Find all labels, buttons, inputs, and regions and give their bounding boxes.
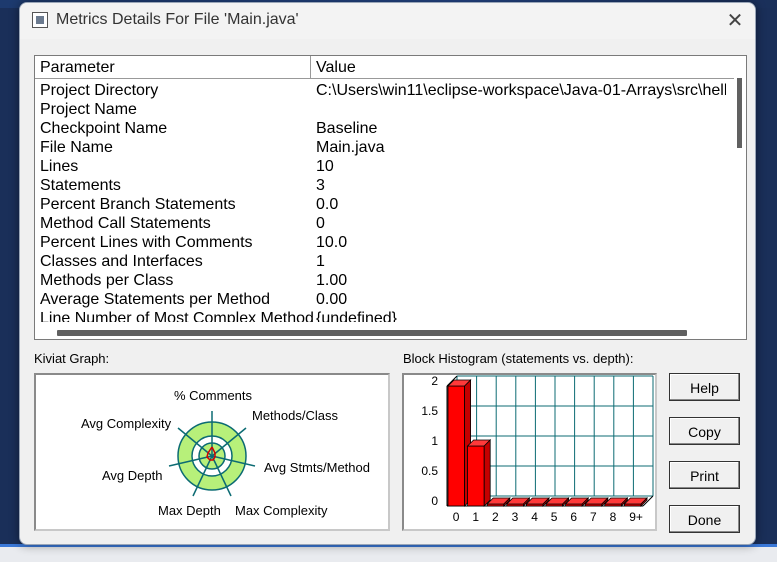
- parameter-cell: Project Name: [40, 101, 137, 118]
- kiviat-axis-methods-per-class: Methods/Class: [252, 408, 338, 423]
- x-tick-label: 9+: [629, 510, 643, 524]
- table-row[interactable]: Lines 10: [35, 158, 735, 177]
- histogram-svg: [446, 375, 654, 507]
- table-row[interactable]: File Name Main.java: [35, 139, 735, 158]
- parameter-cell: Checkpoint Name: [40, 120, 168, 137]
- kiviat-axis-avg-stmts-method: Avg Stmts/Method: [264, 460, 370, 475]
- x-tick-label: 3: [511, 510, 519, 524]
- parameter-cell: Methods per Class: [40, 272, 174, 289]
- column-header-parameter[interactable]: Parameter: [35, 56, 311, 78]
- x-tick-label: 2: [492, 510, 499, 524]
- y-tick-label: 1.5: [421, 404, 438, 418]
- close-button[interactable]: ✕: [720, 7, 750, 35]
- block-histogram-label: Block Histogram (statements vs. depth):: [403, 351, 634, 366]
- parameter-cell: Line Number of Most Complex Method: [40, 310, 314, 322]
- parameter-cell: Project Directory: [40, 82, 159, 99]
- value-cell: Main.java: [316, 139, 385, 156]
- kiviat-axis-comments: % Comments: [174, 388, 253, 403]
- x-tick-label: 6: [570, 510, 578, 524]
- histogram-bar: [447, 385, 466, 507]
- value-cell: C:\Users\win11\eclipse-workspace\Java-01…: [316, 82, 726, 99]
- vertical-scrollbar[interactable]: [734, 78, 746, 324]
- parameter-cell: Statements: [40, 177, 121, 194]
- parameter-cell: Percent Branch Statements: [40, 196, 236, 213]
- table-row[interactable]: Methods per Class 1.00: [35, 272, 735, 291]
- app-window-icon: [32, 12, 48, 28]
- parameter-cell: Method Call Statements: [40, 215, 211, 232]
- x-tick-label: 7: [590, 510, 597, 524]
- parameter-cell: Lines: [40, 158, 79, 175]
- value-cell: 0.0: [316, 196, 339, 213]
- metrics-details-dialog: Metrics Details For File 'Main.java' ✕ P…: [19, 2, 756, 545]
- table-row[interactable]: Method Call Statements 0: [35, 215, 735, 234]
- x-tick-label: 5: [550, 510, 558, 524]
- value-cell: 3: [316, 177, 325, 194]
- vertical-scroll-thumb[interactable]: [737, 78, 742, 148]
- value-cell: 10: [316, 158, 334, 175]
- value-cell: 0.00: [316, 291, 348, 308]
- print-button[interactable]: Print: [669, 461, 740, 489]
- y-tick-label: 2: [431, 374, 438, 388]
- block-histogram: 2 1.5 1 0.5 0 0 1 2 3 4 5 6 7 8 9+: [402, 373, 657, 531]
- taskbar-strip: [0, 544, 777, 562]
- table-header: Parameter Value: [35, 56, 735, 79]
- horizontal-scroll-thumb[interactable]: [57, 330, 687, 336]
- value-cell: {undefined}: [316, 310, 397, 322]
- kiviat-graph: % Comments Methods/Class Avg Stmts/Metho…: [34, 373, 390, 531]
- column-header-value[interactable]: Value: [311, 56, 735, 78]
- kiviat-axis-avg-depth: Avg Depth: [102, 468, 163, 483]
- value-cell: 0: [316, 215, 325, 232]
- table-row[interactable]: Line Number of Most Complex Method {undef…: [35, 310, 735, 322]
- parameter-cell: Percent Lines with Comments: [40, 234, 253, 251]
- title-bar: Metrics Details For File 'Main.java' ✕: [20, 3, 755, 39]
- parameter-cell: File Name: [40, 139, 113, 156]
- done-button[interactable]: Done: [669, 505, 740, 533]
- help-button[interactable]: Help: [669, 373, 740, 401]
- value-cell: 10.0: [316, 234, 348, 251]
- parameter-cell: Classes and Interfaces: [40, 253, 203, 270]
- y-tick-label: 0: [431, 494, 438, 508]
- x-tick-label: 4: [531, 510, 538, 524]
- kiviat-graph-label: Kiviat Graph:: [34, 351, 110, 366]
- table-row[interactable]: Classes and Interfaces 1: [35, 253, 735, 272]
- y-tick-label: 1: [431, 434, 438, 448]
- table-row[interactable]: Percent Lines with Comments 10.0: [35, 234, 735, 253]
- kiviat-axis-max-complexity: Max Complexity: [235, 503, 328, 518]
- table-row[interactable]: Checkpoint Name Baseline: [35, 120, 735, 139]
- value-cell: 1: [316, 253, 325, 270]
- table-row[interactable]: Average Statements per Method 0.00: [35, 291, 735, 310]
- x-tick-label: 8: [609, 510, 617, 524]
- value-cell: 1.00: [316, 272, 348, 289]
- table-row[interactable]: Percent Branch Statements 0.0: [35, 196, 735, 215]
- value-cell: Baseline: [316, 120, 378, 137]
- dialog-title: Metrics Details For File 'Main.java': [56, 11, 299, 28]
- copy-button[interactable]: Copy: [669, 417, 740, 445]
- parameter-cell: Average Statements per Method: [40, 291, 271, 308]
- metrics-table[interactable]: Parameter Value Project Directory C:\User…: [34, 55, 747, 340]
- table-row[interactable]: Statements 3: [35, 177, 735, 196]
- x-tick-label: 1: [472, 510, 480, 524]
- kiviat-axis-max-depth: Max Depth: [158, 503, 221, 518]
- x-tick-label: 0: [452, 510, 460, 524]
- table-row[interactable]: Project Directory C:\Users\win11\eclipse-…: [35, 82, 735, 101]
- y-tick-label: 0.5: [421, 464, 438, 478]
- table-row[interactable]: Project Name: [35, 101, 735, 120]
- horizontal-scrollbar[interactable]: [35, 326, 746, 339]
- table-body: Project Directory C:\Users\win11\eclipse-…: [35, 82, 735, 322]
- histogram-bar-side: [483, 439, 491, 507]
- kiviat-axis-avg-complexity: Avg Complexity: [81, 416, 172, 431]
- histogram-bar: [467, 445, 485, 507]
